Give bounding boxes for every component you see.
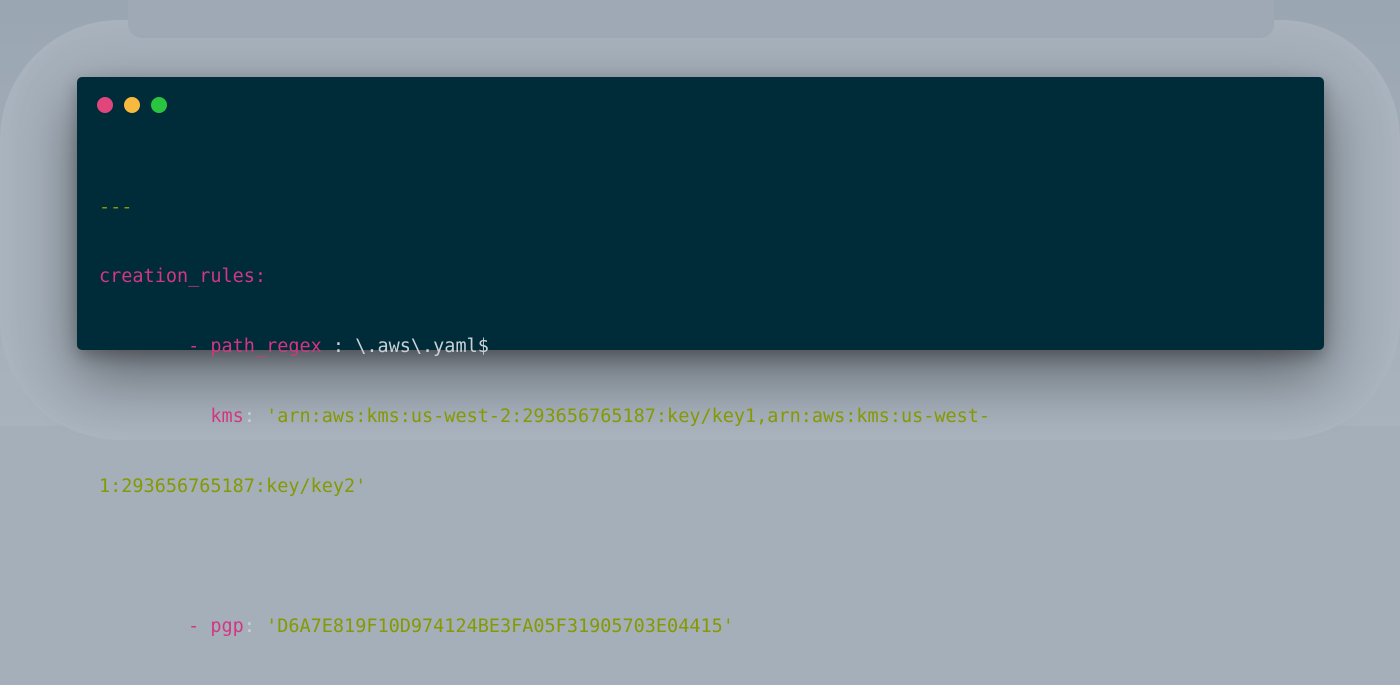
- yaml-key-pgp: pgp: [210, 615, 244, 637]
- window-controls: [97, 97, 167, 113]
- key-separator: :: [243, 615, 267, 637]
- key-separator: :: [243, 406, 267, 428]
- code-window: --- creation_rules: - path_regex : \.aws…: [77, 77, 1324, 637]
- yaml-value-kms-continued: 1:293656765187:key/key2': [99, 476, 367, 498]
- yaml-key-creation-rules: creation_rules:: [99, 266, 267, 288]
- code-line-5: 1:293656765187:key/key2': [99, 475, 1299, 498]
- list-dash: -: [188, 336, 211, 358]
- yaml-value-kms: 'arn:aws:kms:us-west-2:293656765187:key/…: [266, 406, 991, 428]
- minimize-button[interactable]: [124, 97, 140, 113]
- yaml-document-separator: ---: [99, 196, 133, 218]
- code-line-7: - pgp: 'D6A7E819F10D974124BE3FA05F319057…: [99, 615, 1299, 638]
- yaml-key-path-regex: path_regex: [210, 336, 322, 358]
- code-line-1: ---: [99, 196, 1299, 219]
- list-dash: -: [188, 615, 211, 637]
- yaml-key-kms: kms: [210, 406, 244, 428]
- close-button[interactable]: [97, 97, 113, 113]
- code-line-3: - path_regex : \.aws\.yaml$: [99, 335, 1299, 358]
- code-line-2: creation_rules:: [99, 265, 1299, 288]
- maximize-button[interactable]: [151, 97, 167, 113]
- key-separator: :: [321, 336, 356, 358]
- backdrop-band: [128, 0, 1274, 38]
- yaml-value-pgp: 'D6A7E819F10D974124BE3FA05F31905703E0441…: [266, 615, 734, 637]
- code-block: --- creation_rules: - path_regex : \.aws…: [99, 149, 1299, 685]
- code-line-4: kms: 'arn:aws:kms:us-west-2:293656765187…: [99, 405, 1299, 428]
- yaml-value-path-regex: \.aws\.yaml$: [355, 336, 489, 358]
